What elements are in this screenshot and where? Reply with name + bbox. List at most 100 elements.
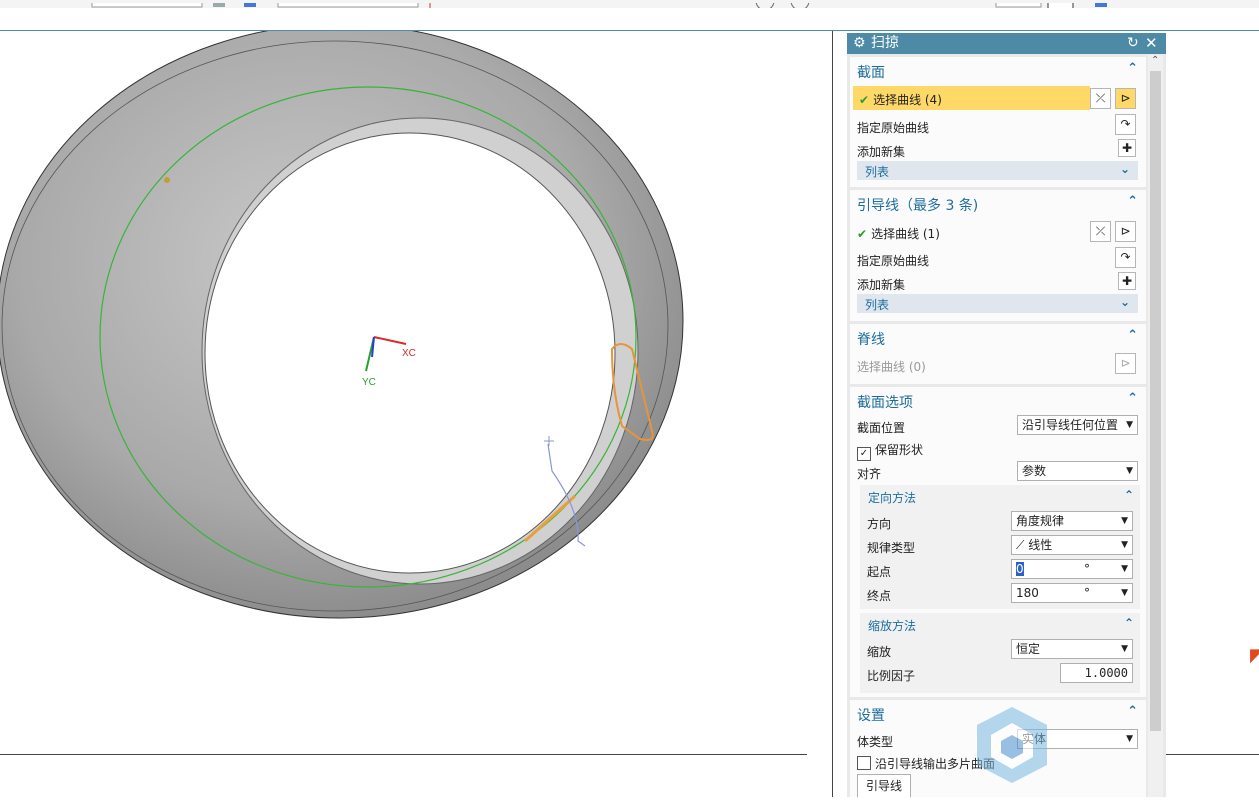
guide-button[interactable]: 引导线 [857,774,912,797]
viewport-divider [832,31,833,797]
preserve-shape-label: 保留形状 [875,443,924,457]
dropdown-arrow-icon: ▼ [1126,734,1133,744]
toolbar-icons [91,0,1107,8]
end-input[interactable]: 180 ° ▼ [1011,583,1133,603]
section-select-curve-label: 选择曲线 (4) [873,93,942,107]
scrollbar[interactable]: ⌃ [1148,55,1163,797]
reverse-direction-icon[interactable]: ⤫ [1090,221,1111,242]
direction-label: 方向 [867,517,892,531]
collapse-icon[interactable]: ⌃ [1127,194,1138,209]
spine-header[interactable]: 脊线 ⌃ [850,324,1146,350]
spine-select-curve-label: 选择曲线 (0) [857,360,926,374]
law-type-select[interactable]: ⟋ 线性 ▼ [1011,535,1133,555]
start-value[interactable]: 0 [1016,562,1024,576]
add-set-icon[interactable]: ✚ [1118,139,1136,157]
curve-rule-icon[interactable]: ⊳ [1115,88,1136,109]
collapse-icon[interactable]: ⌃ [1124,616,1134,630]
scaling-subgroup: 缩放方法 ⌃ 缩放 恒定 ▼ 比例因子 1.0000 [860,613,1140,693]
end-unit: ° [1084,586,1090,600]
guide-select-curve-label[interactable]: 选择曲线 (1) [871,227,940,241]
end-label: 终点 [867,589,892,603]
swept-ring-model[interactable]: XC YC [0,23,833,797]
spine-group: 脊线 ⌃ 选择曲线 (0) ⊳ [850,324,1146,384]
factor-label: 比例因子 [867,669,916,683]
dropdown-arrow-icon[interactable]: ▼ [1121,560,1128,578]
section-select-curve-row[interactable]: ✔ 选择曲线 (4) [853,86,1090,110]
guide-list-toggle[interactable]: 列表 ⌄ [857,294,1138,313]
origin-curve-icon[interactable]: ↷ [1115,114,1136,135]
side-tool-icon[interactable]: ◤ [1250,645,1259,666]
start-input[interactable]: 0 ° ▼ [1011,559,1133,579]
section-list-label: 列表 [865,165,890,179]
curve-point [164,177,170,183]
scale-value: 恒定 [1016,642,1041,656]
dropdown-arrow-icon: ▼ [1126,420,1133,430]
orientation-header[interactable]: 定向方法 ⌃ [860,485,1140,509]
origin-curve-icon[interactable]: ↷ [1115,247,1136,268]
check-icon: ✔ [857,227,868,241]
guide-specify-origin-label: 指定原始曲线 [857,254,930,268]
collapse-icon[interactable]: ⌃ [1127,328,1138,343]
reset-icon[interactable]: ↻ [1127,33,1139,54]
direction-select[interactable]: 角度规律 ▼ [1011,511,1133,531]
dialog-title-bar: ⚙ 扫掠 ↻ ✕ [847,33,1166,54]
factor-input[interactable]: 1.0000 [1060,663,1133,683]
collapse-icon[interactable]: ⌃ [1127,61,1138,76]
guide-add-new-set-label: 添加新集 [857,278,906,292]
end-value[interactable]: 180 [1016,586,1039,600]
sweep-dialog: ⚙ 扫掠 ↻ ✕ ⌃ 截面 ⌃ ✔ 选择曲线 (4) ⤫ ⊳ 指定原始曲线 ↷ 添… [847,33,1166,797]
start-label: 起点 [867,565,892,579]
dropdown-arrow-icon[interactable]: ▼ [1121,584,1128,602]
chevron-down-icon: ⌄ [1119,295,1130,309]
linear-law-icon: ⟋ [1016,538,1029,552]
section-options-group: 截面选项 ⌃ 截面位置 沿引导线任何位置 ▼ ✓ 保留形状 对齐 参数 ▼ 定向方法 … [850,387,1146,697]
dropdown-arrow-icon: ▼ [1121,540,1128,550]
position-label: 截面位置 [857,421,906,435]
scale-label: 缩放 [867,645,892,659]
scroll-up-icon[interactable]: ⌃ [1151,55,1159,66]
align-select[interactable]: 参数 ▼ [1017,461,1138,481]
preserve-shape-checkbox[interactable]: ✓ [857,447,871,461]
close-icon[interactable]: ✕ [1145,33,1158,54]
position-select[interactable]: 沿引导线任何位置 ▼ [1017,415,1138,435]
reverse-direction-icon[interactable]: ⤫ [1090,88,1111,109]
settings-title: 设置 [857,708,885,724]
section-add-new-set-label: 添加新集 [857,145,906,159]
law-type-value: 线性 [1028,538,1053,552]
section-list-toggle[interactable]: 列表 ⌄ [857,161,1138,180]
check-icon: ✔ [859,93,870,107]
body-type-label: 体类型 [857,735,894,749]
dropdown-arrow-icon: ▼ [1121,516,1128,526]
collapse-icon[interactable]: ⌃ [1127,391,1138,406]
graphics-viewport[interactable]: XC YC [0,23,833,797]
guide-header[interactable]: 引导线（最多 3 条) ⌃ [850,190,1146,216]
dropdown-arrow-icon: ▼ [1126,466,1133,476]
watermark-logo [977,707,1047,783]
align-label: 对齐 [857,467,882,481]
scroll-thumb[interactable] [1150,71,1161,731]
chevron-down-icon: ⌄ [1119,162,1130,176]
scaling-header[interactable]: 缩放方法 ⌃ [860,613,1140,637]
guide-title: 引导线（最多 3 条) [857,198,979,214]
section-options-header[interactable]: 截面选项 ⌃ [850,387,1146,413]
add-set-icon[interactable]: ✚ [1118,272,1136,290]
collapse-icon[interactable]: ⌃ [1124,488,1134,502]
scale-select[interactable]: 恒定 ▼ [1011,639,1133,659]
section-options-title: 截面选项 [857,395,913,411]
dropdown-arrow-icon: ▼ [1121,644,1128,654]
section-header[interactable]: 截面 ⌃ [850,57,1146,83]
guide-group: 引导线（最多 3 条) ⌃ ✔ 选择曲线 (1) ⤫ ⊳ 指定原始曲线 ↷ 添加新… [850,190,1146,321]
multi-surface-checkbox[interactable] [857,756,871,770]
gear-icon[interactable]: ⚙ [853,33,866,54]
orientation-title: 定向方法 [868,491,917,505]
top-toolbar [0,0,1259,8]
align-value: 参数 [1022,464,1047,478]
collapse-icon[interactable]: ⌃ [1127,704,1138,719]
orientation-subgroup: 定向方法 ⌃ 方向 角度规律 ▼ 规律类型 ⟋ 线性 ▼ 起点 0 ° ▼ 终点 1… [860,485,1140,609]
law-type-label: 规律类型 [867,541,916,555]
bottom-divider-right [1165,754,1259,755]
curve-rule-icon[interactable]: ⊳ [1115,221,1136,242]
section-specify-origin-label: 指定原始曲线 [857,121,930,135]
axis-label-yc: YC [362,377,376,388]
section-group: 截面 ⌃ ✔ 选择曲线 (4) ⤫ ⊳ 指定原始曲线 ↷ 添加新集 ✚ 列表 ⌄ [850,57,1146,187]
